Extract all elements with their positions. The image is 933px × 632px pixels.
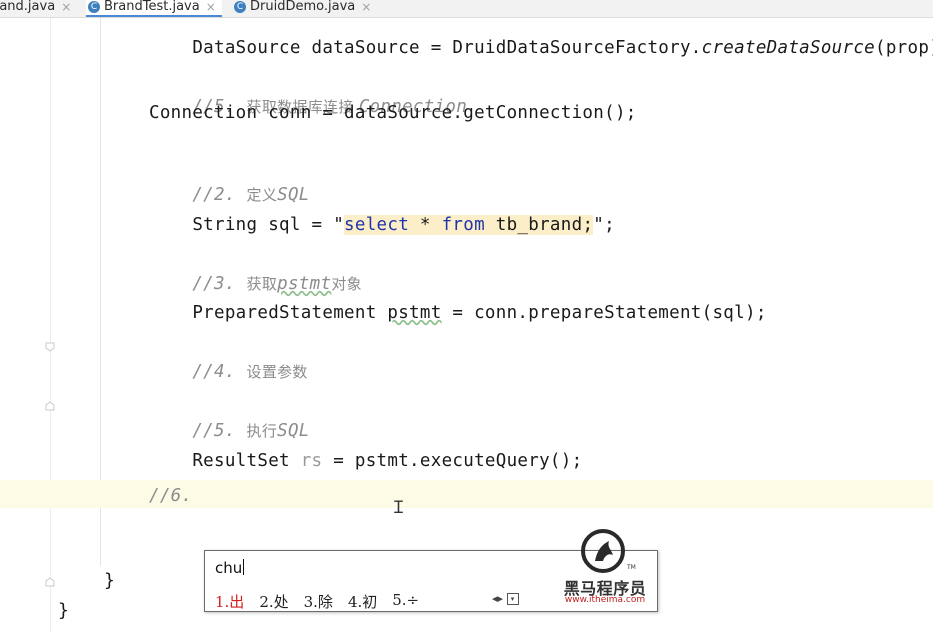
code-text: ResultSet [192, 451, 301, 471]
ime-candidate[interactable]: 3.除 [304, 591, 333, 612]
code-text: String sql = " [192, 215, 345, 235]
code-method-static: createDataSource [701, 38, 876, 58]
sql-keyword: select [344, 215, 410, 235]
tab-close-icon[interactable]: × [61, 0, 71, 14]
code-comment-line: //6. [149, 486, 193, 506]
code-text: (prop) [875, 38, 933, 58]
ime-input-text: chu [215, 559, 243, 577]
code-comment-line: //2. 定义SQL [149, 159, 310, 205]
code-text: pstmt [387, 303, 442, 323]
ime-candidate[interactable]: 5.÷ [392, 591, 419, 612]
ime-candidate[interactable]: 4.初 [348, 591, 377, 612]
horse-logo-icon: TM [581, 529, 636, 573]
code-comment-line: //5. 执行SQL [149, 395, 310, 441]
unused-variable: rs [300, 451, 323, 471]
ime-menu-icon[interactable]: ▾ [506, 593, 519, 605]
ime-page-nav[interactable]: ◂▸ ▾ [492, 592, 519, 605]
ime-caret [243, 559, 245, 575]
tab-brand-java[interactable]: rand.java × [0, 0, 71, 17]
closing-brace: } [104, 570, 115, 591]
code-text: ; [604, 215, 615, 235]
sql-string: select * from tb_brand; [344, 215, 594, 235]
code-line: DataSource dataSource = DruidDataSourceF… [149, 12, 933, 58]
ime-candidate-window[interactable]: chu 1.出 2.处 3.除 4.初 5.÷ ◂▸ ▾ TM 黑马程序员 ww… [204, 529, 658, 612]
text-cursor-icon: Ｉ [390, 498, 407, 518]
ime-page-arrows-icon[interactable]: ◂▸ [492, 592, 503, 605]
sql-keyword: from [441, 215, 485, 235]
code-text: * [409, 215, 442, 235]
comment-prefix: //4. [192, 362, 247, 382]
code-comment-line: //5. 获取数据库连接 Connection [149, 71, 467, 117]
code-text: DataSource dataSource = DruidDataSourceF… [192, 38, 702, 58]
itheima-logo: TM 黑马程序员 www.itheima.com [555, 527, 655, 609]
ime-candidate[interactable]: 1.出 [215, 591, 244, 612]
code-line: PreparedStatement pstmt = conn.prepareSt… [149, 277, 767, 323]
ime-candidate-list: 1.出 2.处 3.除 4.初 5.÷ [215, 591, 434, 612]
comment-text: 设置参数 [246, 363, 308, 381]
code-text: = conn.prepareStatement(sql); [441, 303, 767, 323]
ime-composition: chu [215, 559, 245, 577]
tab-label: rand.java [0, 0, 56, 14]
ime-candidate[interactable]: 2.处 [259, 591, 288, 612]
closing-brace: } [58, 600, 69, 621]
trademark-mark: TM [626, 564, 636, 571]
logo-url: www.itheima.com [564, 595, 646, 605]
code-line: String sql = "select * from tb_brand;"; [149, 189, 615, 235]
java-class-icon: C [88, 1, 100, 13]
code-text: " [593, 215, 605, 235]
code-text: = pstmt.executeQuery(); [322, 451, 583, 471]
code-comment-line: //4. 设置参数 [149, 336, 308, 382]
code-line: Connection conn = dataSource.getConnecti… [149, 103, 637, 123]
code-comment-line: //3. 获取pstmt对象 [149, 248, 362, 294]
code-line: ResultSet rs = pstmt.executeQuery(); [149, 425, 582, 471]
code-text: PreparedStatement [192, 303, 388, 323]
current-line-highlight [0, 480, 933, 508]
code-editor[interactable]: DataSource dataSource = DruidDataSourceF… [0, 18, 933, 632]
code-text: tb_brand; [484, 215, 594, 235]
